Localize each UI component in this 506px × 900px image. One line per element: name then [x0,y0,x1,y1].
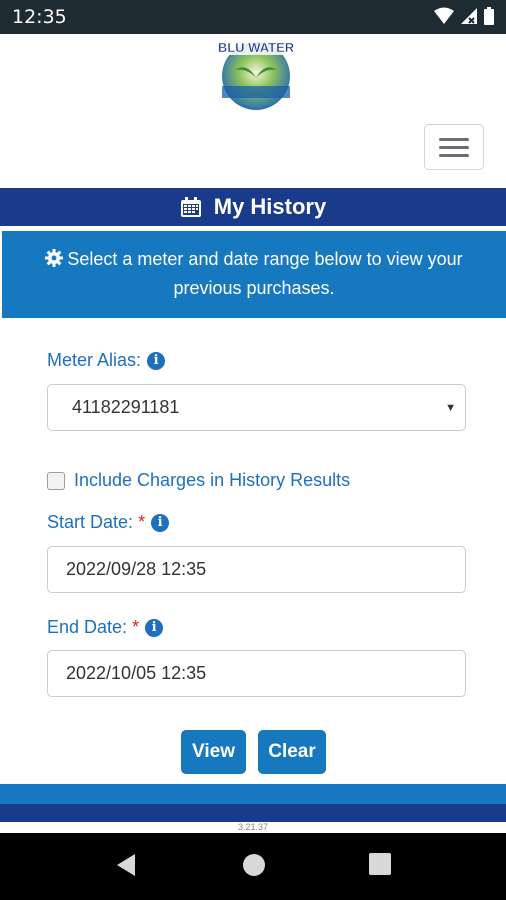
view-button[interactable]: View [181,730,246,774]
end-date-field[interactable]: 2022/10/05 12:35 [47,650,466,697]
app-version: 3.21.37 [237,822,269,832]
footer-band-light [0,784,506,804]
info-icon[interactable]: i [147,352,166,370]
svg-text:BLU WATER: BLU WATER [218,40,295,55]
clear-button[interactable]: Clear [258,730,326,774]
recents-icon[interactable] [369,853,391,875]
meter-alias-value: 41182291181 [72,397,180,417]
app-header: BLU WATER [0,34,506,188]
hamburger-menu-button[interactable] [424,124,484,170]
include-charges-checkbox[interactable] [47,471,65,490]
page-title: My History [213,194,327,219]
page-title-bar: My History [0,188,506,226]
blu-water-logo: BLU WATER [197,38,315,138]
hamburger-icon [439,138,469,141]
start-date-value: 2022/09/28 12:35 [66,559,207,579]
status-time: 12:35 [12,6,67,28]
wifi-icon [434,7,454,24]
status-bar: 12:35 [0,0,506,34]
include-charges-row[interactable]: Include Charges in History Results [47,470,350,491]
include-charges-label[interactable]: Include Charges in History Results [74,470,350,491]
home-icon[interactable] [242,853,266,877]
status-icons [434,7,494,25]
battery-icon [484,7,494,25]
instructions-banner: Select a meter and date range below to v… [2,231,506,318]
android-nav-bar [0,833,506,900]
required-marker: * [132,617,140,637]
gear-icon [45,249,64,267]
end-date-value: 2022/10/05 12:35 [66,663,207,683]
meter-alias-select[interactable]: 41182291181 ▼ [47,384,466,431]
chevron-down-icon: ▼ [445,402,456,414]
calendar-icon [180,197,201,217]
start-date-field[interactable]: 2022/09/28 12:35 [47,546,466,593]
cell-signal-icon [461,8,477,24]
footer-band-dark [0,804,506,822]
required-marker: * [138,512,146,532]
info-icon[interactable]: i [145,619,164,637]
back-icon[interactable] [115,853,137,877]
meter-alias-label: Meter Alias: i [47,350,166,371]
end-date-label: End Date: * i [47,617,164,638]
info-icon[interactable]: i [151,514,170,532]
instructions-text: Select a meter and date range below to v… [67,249,463,298]
start-date-label: Start Date: * i [47,512,170,533]
